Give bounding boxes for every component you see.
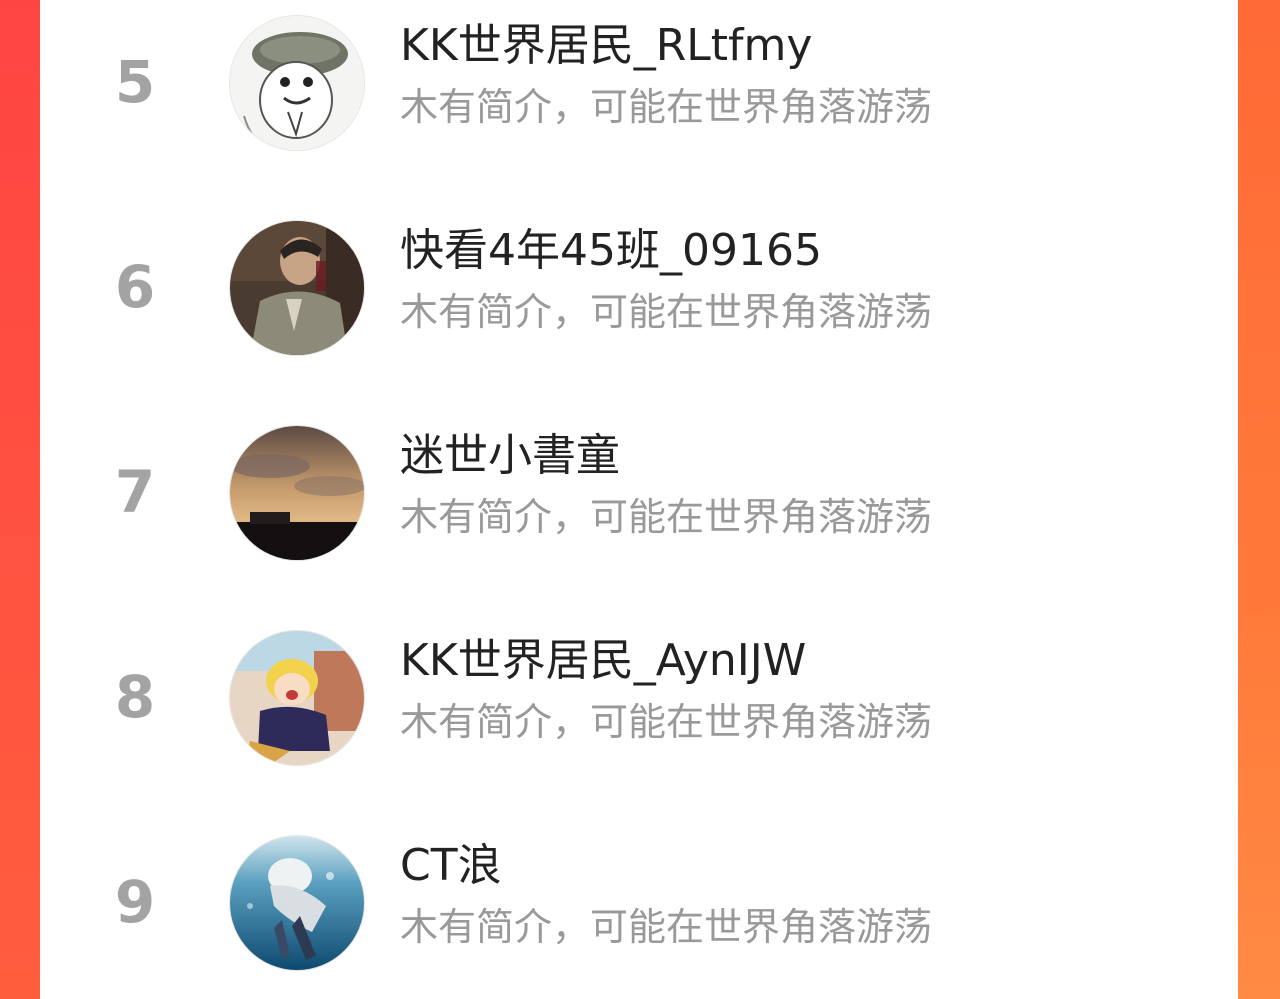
user-name[interactable]: CT浪: [400, 836, 502, 896]
list-item[interactable]: 7 迷世小書童 木有简介，可能在世界角落游荡: [40, 410, 1238, 615]
anime-girl-avatar[interactable]: [230, 631, 364, 765]
list-item[interactable]: 6 快看4年45班_09165 木有简介，可能在世界角落游荡: [40, 205, 1238, 410]
user-bio: 木有简介，可能在世界角落游荡: [400, 495, 933, 539]
right-accent-border: [1238, 0, 1280, 999]
list-item[interactable]: 8 KK世界居民_AynIJW 木有简介，可能在世界角落游荡: [40, 615, 1238, 820]
sunset-sky-avatar[interactable]: [230, 426, 364, 560]
left-accent-border: [0, 0, 40, 999]
user-bio: 木有简介，可能在世界角落游荡: [400, 905, 933, 949]
list-item[interactable]: 5 KK世界居民_RLtfmy 木有简介，可能在世界角落游荡: [40, 0, 1238, 205]
man-with-wine-avatar[interactable]: [230, 221, 364, 355]
ranking-list: 5 KK世界居民_RLtfmy 木有简介，可能在世界角落游荡 6 快看4年45班…: [40, 0, 1238, 999]
underwater-figure-avatar[interactable]: [230, 836, 364, 970]
rank-number: 7: [114, 458, 156, 526]
user-bio: 木有简介，可能在世界角落游荡: [400, 290, 933, 334]
user-bio: 木有简介，可能在世界角落游荡: [400, 700, 933, 744]
rank-number: 6: [114, 253, 156, 321]
rank-number: 8: [114, 663, 156, 731]
cartoon-face-avatar[interactable]: [230, 16, 364, 150]
user-name[interactable]: KK世界居民_AynIJW: [400, 631, 806, 691]
user-name[interactable]: 迷世小書童: [400, 426, 620, 486]
user-bio: 木有简介，可能在世界角落游荡: [400, 85, 933, 129]
rank-number: 9: [114, 868, 156, 936]
list-item[interactable]: 9 CT浪 木有简介，可能在世界角落游荡: [40, 820, 1238, 999]
user-name[interactable]: 快看4年45班_09165: [400, 221, 822, 281]
rank-number: 5: [114, 48, 156, 116]
user-name[interactable]: KK世界居民_RLtfmy: [400, 16, 812, 76]
